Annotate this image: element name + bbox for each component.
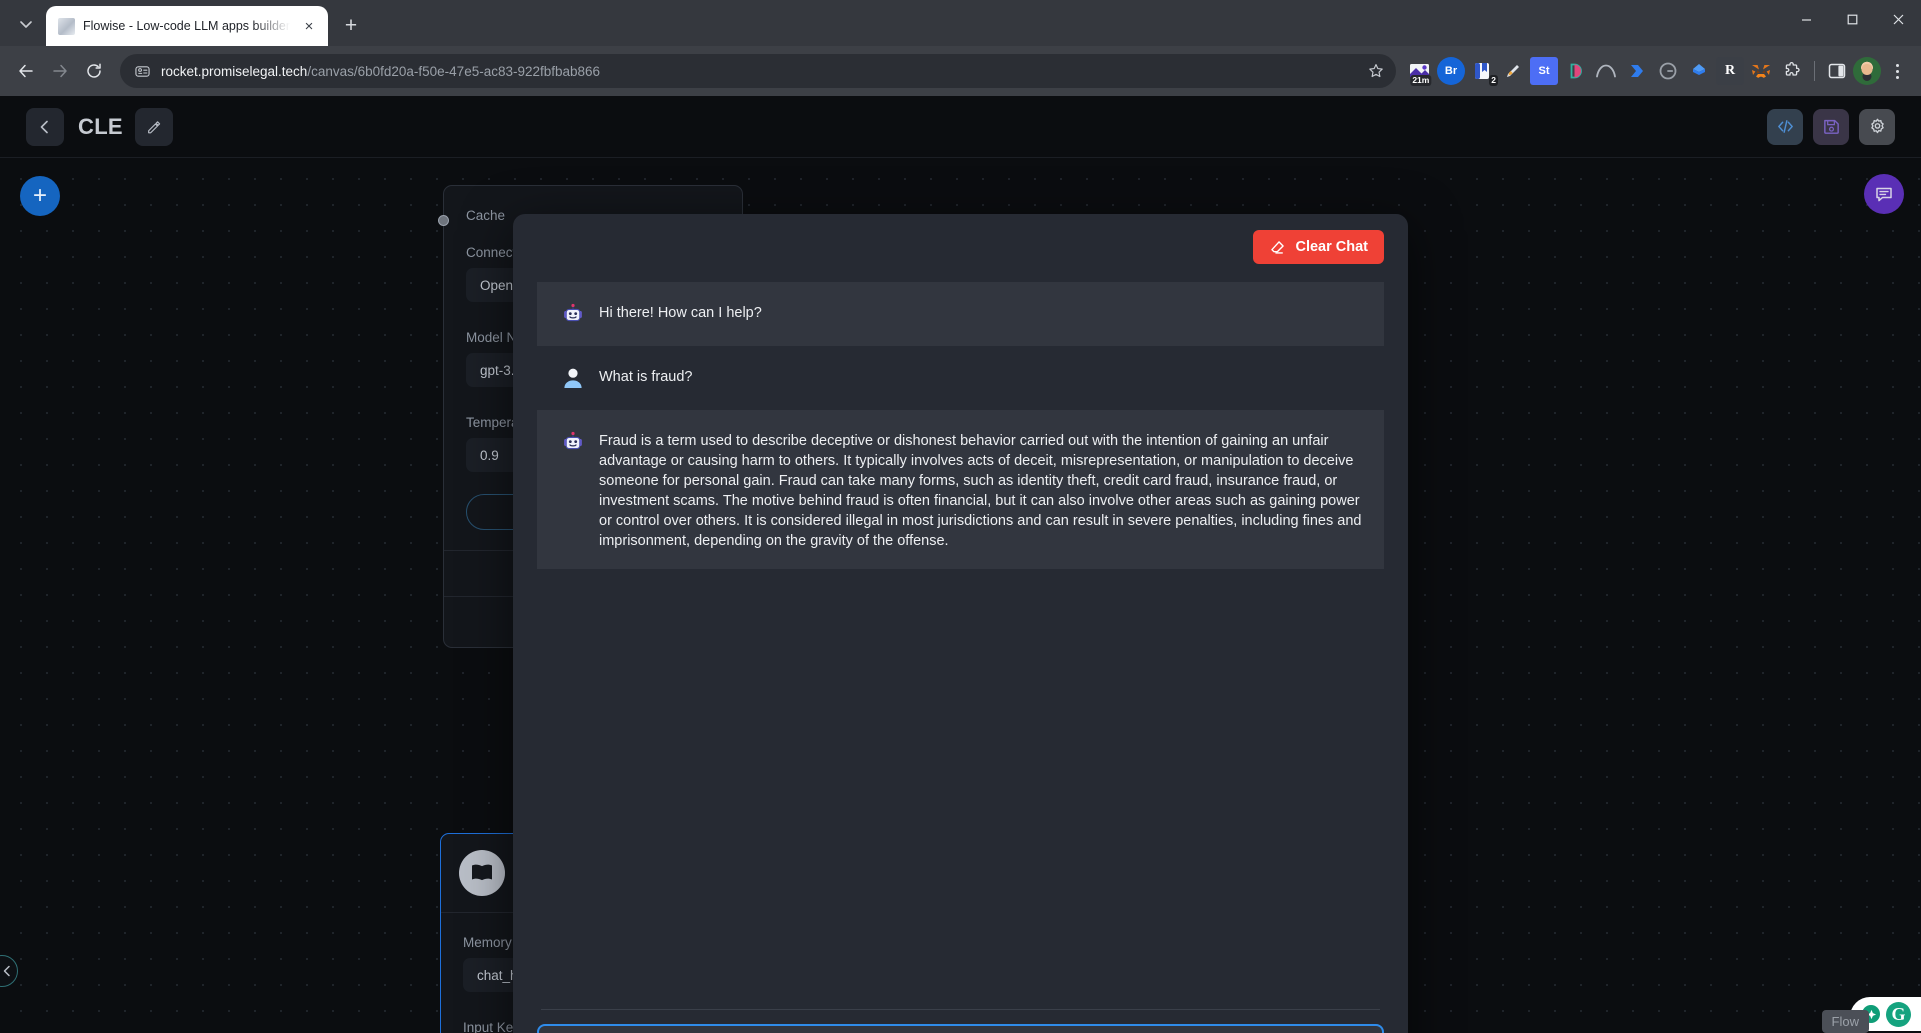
canvas-collapse-handle[interactable]	[0, 955, 18, 987]
highlighter-extension[interactable]	[1499, 57, 1527, 85]
address-bar-url: rocket.promiselegal.tech/canvas/6b0fd20a…	[161, 64, 1352, 79]
chat-message-text: Fraud is a term used to describe decepti…	[599, 433, 1362, 549]
profile-avatar[interactable]	[1853, 57, 1881, 85]
edit-name-button[interactable]	[134, 107, 173, 146]
chat-message-user: What is fraud?	[537, 346, 1384, 410]
robot-avatar	[559, 300, 587, 328]
clear-chat-button[interactable]: Clear Chat	[1253, 230, 1384, 264]
save-icon	[1823, 119, 1839, 134]
chevron-left-icon	[3, 965, 10, 977]
extension-badge: 21m	[1410, 75, 1432, 86]
chevron-down-icon	[20, 21, 32, 28]
metamask-extension[interactable]	[1747, 57, 1775, 85]
tab-search-button[interactable]	[8, 7, 44, 41]
chat-bubble-icon	[1876, 187, 1892, 202]
window-maximize-button[interactable]	[1829, 0, 1875, 38]
app-header-actions	[1767, 108, 1895, 145]
extension-label: St	[1538, 65, 1550, 77]
url-path: /canvas/6b0fd20a-f50e-47e5-ac83-922fbfba…	[307, 63, 601, 79]
browser-toolbar: rocket.promiselegal.tech/canvas/6b0fd20a…	[0, 46, 1921, 96]
api-code-button[interactable]	[1767, 108, 1803, 145]
chat-message-text: What is fraud?	[599, 369, 693, 385]
chevron-left-icon	[40, 120, 48, 133]
url-host: rocket.promiselegal.tech	[161, 63, 308, 79]
address-bar[interactable]: rocket.promiselegal.tech/canvas/6b0fd20a…	[120, 54, 1396, 88]
extension-badge: 2	[1489, 75, 1498, 86]
user-avatar	[559, 364, 587, 392]
back-to-chatflows-button[interactable]	[26, 107, 64, 146]
bookmark-star-icon[interactable]	[1362, 57, 1390, 85]
chat-dialog: Clear Chat Hi there! How can I help? Wha…	[513, 214, 1408, 1033]
page-title: CLE	[78, 113, 123, 139]
robot-avatar	[559, 428, 587, 456]
screen-recorder-extension[interactable]: 21m	[1406, 57, 1434, 86]
window-controls	[1783, 0, 1921, 46]
window-minimize-button[interactable]	[1783, 0, 1829, 38]
readwise-extension[interactable]: R	[1716, 57, 1744, 85]
back-icon	[19, 64, 33, 78]
clear-chat-label: Clear Chat	[1295, 239, 1368, 255]
chat-message-text: Hi there! How can I help?	[599, 305, 762, 321]
code-icon	[1777, 120, 1793, 133]
tab-close-button[interactable]: ×	[298, 15, 320, 37]
app-header: CLE	[0, 96, 1921, 158]
gear-icon	[1870, 118, 1884, 134]
reload-icon	[87, 63, 101, 78]
chat-message-bot: Hi there! How can I help?	[537, 282, 1384, 346]
toolbar-divider	[1814, 61, 1815, 81]
grammarly-extension[interactable]	[1654, 57, 1682, 85]
chat-message-list: Hi there! How can I help? What is fraud?…	[513, 264, 1408, 1009]
add-node-button[interactable]: +	[20, 176, 60, 216]
window-close-button[interactable]	[1875, 0, 1921, 38]
browser-tab-strip: Flowise - Low-code LLM apps builder × +	[0, 0, 1921, 46]
stylus-extension[interactable]: St	[1530, 57, 1558, 85]
chat-message-bot: Fraud is a term used to describe decepti…	[537, 410, 1384, 569]
side-panel-icon[interactable]	[1823, 57, 1851, 85]
forward-icon	[53, 64, 67, 78]
grammarly-flow-label: Flow	[1821, 1010, 1869, 1033]
brave-extension[interactable]: Br	[1437, 57, 1465, 85]
minimize-icon	[1801, 18, 1811, 21]
chat-dialog-header: Clear Chat	[513, 214, 1408, 264]
tab-favicon	[58, 17, 75, 35]
nordvpn-extension[interactable]	[1592, 57, 1620, 85]
extensions-tray: 21m Br 2 St R	[1406, 57, 1806, 86]
book-icon	[459, 850, 505, 896]
grammarly-logo: G	[1886, 1001, 1911, 1027]
kebab-menu-icon[interactable]	[1883, 55, 1911, 87]
extensions-puzzle-icon[interactable]	[1778, 57, 1806, 85]
site-settings-icon[interactable]	[134, 63, 151, 80]
open-chat-button[interactable]	[1864, 174, 1904, 214]
dart-extension[interactable]	[1561, 57, 1589, 85]
forward-button[interactable]	[44, 55, 76, 87]
save-chatflow-button[interactable]	[1813, 108, 1849, 145]
chat-input-divider	[541, 1009, 1380, 1010]
maximize-icon	[1847, 14, 1857, 24]
notebook-extension[interactable]: 2	[1468, 57, 1498, 86]
extension-label: R	[1724, 63, 1736, 78]
eraser-icon	[1271, 240, 1285, 254]
extension-label: Br	[1444, 65, 1458, 77]
settings-button[interactable]	[1859, 108, 1895, 145]
tab-title: Flowise - Low-code LLM apps builder	[83, 19, 291, 33]
browser-tab[interactable]: Flowise - Low-code LLM apps builder ×	[46, 6, 329, 46]
chat-input-area	[513, 1009, 1408, 1033]
flowise-app: CLE + Cache Connect OpenAI Model Name Te…	[0, 96, 1921, 1033]
node-port-cache[interactable]	[438, 215, 449, 226]
grammarly-widget[interactable]: Flow G	[1821, 995, 1921, 1033]
power-automate-extension[interactable]	[1623, 57, 1651, 85]
back-button[interactable]	[10, 55, 42, 87]
pencil-icon	[147, 120, 161, 133]
chat-input-wrapper[interactable]	[537, 1024, 1384, 1033]
reload-button[interactable]	[78, 55, 110, 87]
new-tab-button[interactable]: +	[336, 10, 366, 40]
close-icon	[1893, 14, 1903, 24]
ai-assistant-extension[interactable]	[1685, 57, 1713, 85]
